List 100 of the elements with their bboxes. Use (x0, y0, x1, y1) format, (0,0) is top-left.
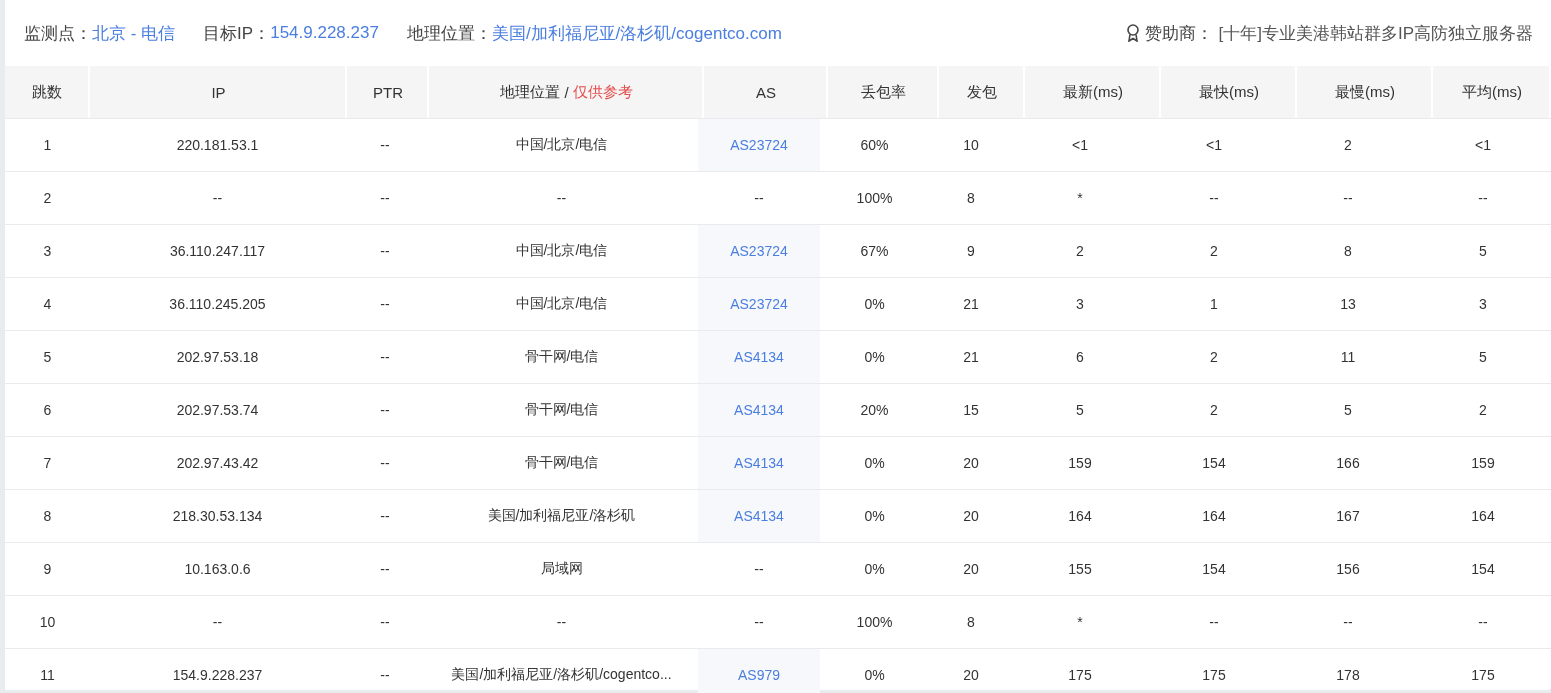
as-link[interactable]: AS23724 (698, 278, 820, 330)
loss-cell-text: 100% (855, 613, 894, 632)
slowest-cell-text: 11 (1339, 348, 1357, 367)
average-cell-text: 5 (1478, 348, 1488, 367)
sent-cell-text: 20 (962, 507, 980, 526)
loss-cell-text: 20% (859, 401, 890, 420)
latest-cell-text: 2 (1075, 242, 1085, 261)
sent-cell-text: 9 (966, 242, 976, 261)
ptr-cell-text: -- (379, 454, 391, 473)
fastest-cell-text: <1 (1205, 136, 1223, 155)
ptr-cell-text: -- (379, 348, 391, 367)
average-cell-text: 2 (1478, 401, 1488, 420)
hop-cell-text: 7 (42, 454, 53, 473)
ptr-cell-text: -- (379, 136, 391, 155)
as-link[interactable]: AS4134 (698, 384, 820, 436)
hop-cell-text: 6 (42, 401, 53, 420)
fastest-cell-text: 2 (1209, 401, 1219, 420)
latest-cell-text: 6 (1075, 348, 1085, 367)
latest-cell-text: 164 (1067, 507, 1093, 526)
slowest-cell-text: 5 (1343, 401, 1353, 420)
sent-cell-text: 8 (966, 613, 976, 632)
location-cell-text: 局域网 (539, 559, 584, 578)
ip-cell-text: 218.30.53.134 (171, 507, 264, 526)
fastest-cell-text: 175 (1201, 666, 1227, 685)
location-cell-text: 中国/北京/电信 (514, 135, 609, 154)
location-cell-text: 骨干网/电信 (523, 400, 600, 419)
average-cell-text: -- (1477, 613, 1489, 632)
ip-cell-text: 202.97.43.42 (175, 454, 260, 473)
as-cell-text: -- (753, 560, 765, 579)
as-link[interactable]: AS23724 (698, 225, 820, 277)
latest-cell-text: 3 (1075, 295, 1085, 314)
latest-cell-text: * (1076, 613, 1084, 632)
sponsor-link[interactable]: [十年]专业美港韩站群多IP高防独立服务器 (1218, 21, 1533, 45)
fastest-cell-text: 1 (1209, 295, 1219, 314)
location-cell-text: 中国/北京/电信 (514, 294, 609, 313)
ip-cell-text: 220.181.53.1 (175, 136, 260, 155)
ip-cell-text: -- (211, 189, 224, 208)
ptr-cell-text: -- (379, 613, 391, 632)
sent-cell-text: 8 (966, 189, 976, 208)
as-link[interactable]: AS4134 (698, 331, 820, 383)
ptr-cell-text: -- (379, 560, 391, 579)
ptr-cell-text: -- (379, 189, 391, 208)
latest-cell-text: 5 (1075, 401, 1085, 420)
fastest-cell-text: 2 (1209, 348, 1219, 367)
as-link[interactable]: AS23724 (698, 119, 820, 171)
fastest-cell-text: 2 (1209, 242, 1219, 261)
ip-cell-text: 36.110.245.205 (168, 295, 267, 314)
as-link[interactable]: AS4134 (698, 437, 820, 489)
slowest-cell-text: -- (1342, 613, 1354, 632)
location-cell-text: 美国/加利福尼亚/洛杉矶/cogentco... (450, 665, 673, 684)
sent-cell-text: 20 (962, 454, 980, 473)
as-cell-text: -- (753, 189, 765, 208)
sent-cell-text: 21 (962, 348, 980, 367)
loss-cell-text: 100% (855, 189, 894, 208)
hop-cell-text: 10 (38, 613, 57, 632)
sponsor-label: 赞助商： (1145, 22, 1214, 45)
slowest-cell-text: 178 (1335, 666, 1361, 685)
ip-cell-text: 10.163.0.6 (183, 560, 252, 579)
loss-cell-text: 0% (863, 507, 886, 526)
loss-cell-text: 0% (863, 348, 886, 367)
location-cell-text: 骨干网/电信 (523, 453, 600, 472)
as-link[interactable]: AS979 (698, 649, 820, 693)
average-cell-text: -- (1477, 189, 1489, 208)
slowest-cell-text: 2 (1343, 136, 1353, 155)
ptr-cell-text: -- (379, 401, 391, 420)
loss-cell-text: 0% (863, 666, 886, 685)
ip-cell-text: 202.97.53.74 (175, 401, 260, 420)
loss-cell-text: 0% (863, 560, 886, 579)
slowest-cell-text: 166 (1335, 454, 1361, 473)
fastest-cell-text: 154 (1201, 454, 1227, 473)
location-cell-text: 骨干网/电信 (523, 347, 600, 366)
slowest-cell-text: 13 (1339, 295, 1357, 314)
fastest-cell-text: 154 (1201, 560, 1227, 579)
award-icon (1126, 24, 1141, 42)
hop-cell-text: 8 (42, 507, 53, 526)
average-cell-text: 3 (1478, 295, 1488, 314)
latest-cell-text: <1 (1071, 136, 1089, 155)
latest-cell-text: 175 (1067, 666, 1093, 685)
sent-cell-text: 10 (962, 136, 980, 155)
location-label: 地理位置： (406, 22, 492, 45)
as-link[interactable]: AS4134 (698, 490, 820, 542)
sent-cell-text: 20 (962, 666, 980, 685)
target-label: 目标IP： (203, 22, 271, 45)
loss-cell-text: 0% (863, 454, 886, 473)
slowest-cell-text: 8 (1343, 242, 1353, 261)
hop-cell-text: 9 (42, 560, 53, 579)
average-cell-text: 159 (1470, 454, 1496, 473)
fastest-cell-text: -- (1208, 189, 1220, 208)
hop-cell-text: 11 (39, 666, 56, 685)
sent-cell-text: 21 (962, 295, 980, 314)
ip-cell-text: 36.110.247.117 (168, 242, 267, 261)
slowest-cell-text: -- (1342, 189, 1354, 208)
hop-cell-text: 3 (42, 242, 53, 261)
location-cell-text: 美国/加利福尼亚/洛杉矶 (486, 506, 637, 525)
latest-cell-text: 155 (1067, 560, 1093, 579)
fastest-cell-text: -- (1208, 613, 1220, 632)
average-cell-text: 5 (1478, 242, 1488, 261)
monitor-value: 北京 - 电信 (92, 22, 176, 45)
latest-cell-text: 159 (1067, 454, 1093, 473)
as-cell-text: -- (753, 613, 765, 632)
